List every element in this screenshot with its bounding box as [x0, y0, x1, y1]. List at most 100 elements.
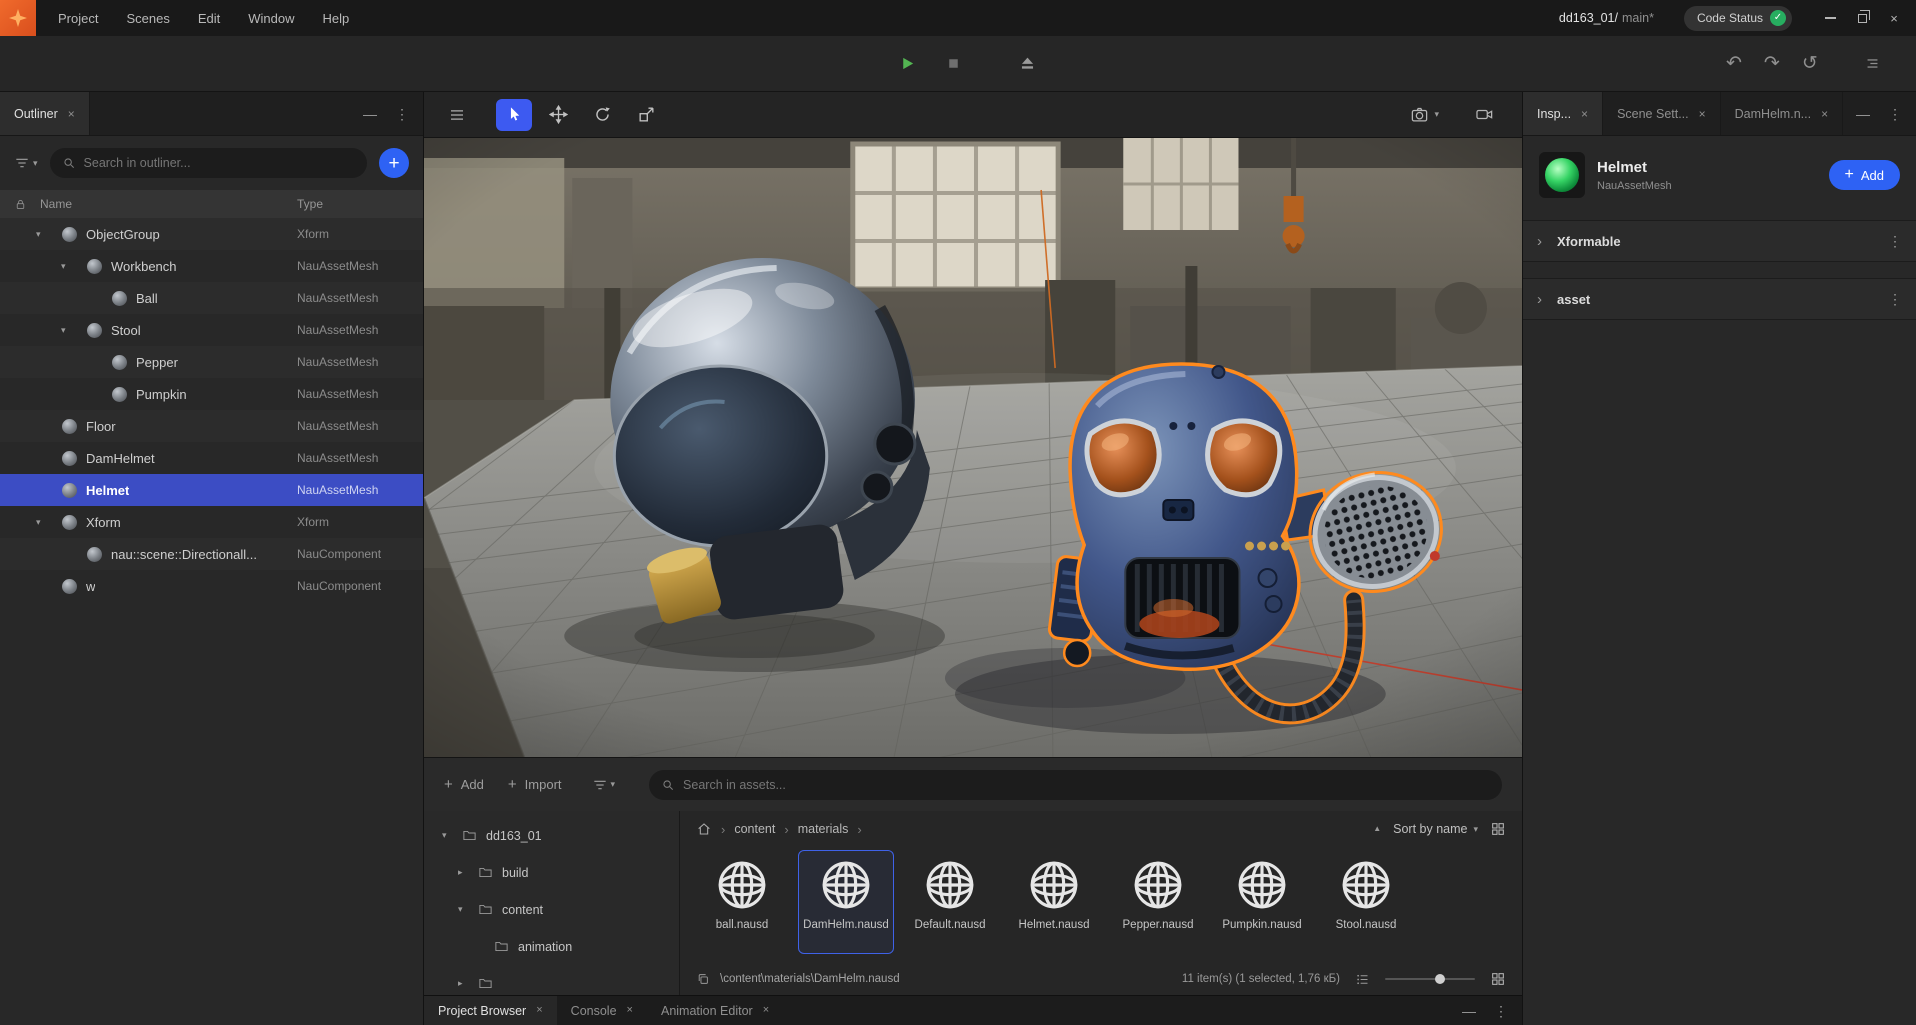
folder-tree-item[interactable]: ▸ build	[424, 854, 679, 891]
chevron-icon[interactable]: ▸	[458, 978, 478, 989]
bottom-tab[interactable]: Console ×	[557, 996, 647, 1025]
kebab-menu-icon[interactable]: ⋮	[1888, 107, 1902, 121]
inspector-tab[interactable]: Scene Sett... ×	[1603, 92, 1721, 135]
outliner-row[interactable]: nau::scene::Directionall... NauComponent	[0, 538, 423, 570]
chevron-icon[interactable]: ▾	[61, 261, 87, 272]
outliner-search-input[interactable]	[84, 156, 355, 170]
redo-button[interactable]: ↷	[1764, 54, 1780, 73]
asset-tile[interactable]: Helmet.nausd	[1006, 850, 1102, 954]
bottom-tab[interactable]: Project Browser ×	[424, 996, 557, 1025]
folder-tree-item[interactable]: animation	[424, 928, 679, 965]
close-icon[interactable]: ×	[763, 1005, 769, 1016]
viewport-3d[interactable]	[424, 138, 1522, 757]
sort-direction-icon[interactable]: ▲	[1373, 825, 1381, 833]
asset-tile[interactable]: Default.nausd	[902, 850, 998, 954]
asset-tile[interactable]: Stool.nausd	[1318, 850, 1414, 954]
close-icon[interactable]: ×	[68, 108, 75, 120]
outliner-row[interactable]: ▾ Stool NauAssetMesh	[0, 314, 423, 346]
grid-view-icon[interactable]	[1490, 971, 1506, 987]
outliner-row[interactable]: Floor NauAssetMesh	[0, 410, 423, 442]
bottom-tab[interactable]: Animation Editor ×	[647, 996, 783, 1025]
restore-button[interactable]	[1846, 0, 1878, 36]
inspector-tab[interactable]: DamHelm.n... ×	[1721, 92, 1843, 135]
add-object-button[interactable]: +	[379, 148, 409, 178]
asset-tile[interactable]: Pumpkin.nausd	[1214, 850, 1310, 954]
inspector-tab[interactable]: Insp... ×	[1523, 92, 1603, 135]
sort-by-button[interactable]: Sort by name ▾	[1393, 822, 1478, 836]
asset-search-input[interactable]	[683, 778, 1490, 792]
build-eject-button[interactable]	[1014, 51, 1040, 77]
list-view-icon[interactable]	[1355, 972, 1370, 987]
toolbar-settings-icon[interactable]	[1864, 36, 1881, 91]
outliner-row[interactable]: w NauComponent	[0, 570, 423, 602]
folder-tree-item[interactable]: ▾ content	[424, 891, 679, 928]
filter-icon[interactable]: ▾	[14, 155, 38, 171]
asset-search-field[interactable]	[649, 770, 1502, 800]
chevron-icon[interactable]: ▾	[442, 830, 462, 841]
panel-minimize-icon[interactable]: —	[363, 107, 377, 121]
close-button[interactable]: ×	[1878, 0, 1910, 36]
outliner-row[interactable]: ▾ ObjectGroup Xform	[0, 218, 423, 250]
chevron-right-icon[interactable]: ›	[1537, 292, 1557, 307]
scale-tool-button[interactable]	[628, 99, 664, 131]
asset-tile[interactable]: ball.nausd	[694, 850, 790, 954]
select-tool-button[interactable]	[496, 99, 532, 131]
panel-minimize-icon[interactable]: —	[1856, 107, 1870, 121]
camera-settings-button[interactable]: ▾	[1410, 105, 1439, 124]
kebab-menu-icon[interactable]: ⋮	[1888, 292, 1902, 306]
play-button[interactable]	[894, 51, 920, 77]
tab-outliner[interactable]: Outliner ×	[0, 92, 90, 135]
outliner-row[interactable]: Ball NauAssetMesh	[0, 282, 423, 314]
asset-add-button[interactable]: + Add	[444, 777, 484, 792]
breadcrumb-link[interactable]: materials	[798, 822, 849, 836]
kebab-menu-icon[interactable]: ⋮	[1494, 1004, 1508, 1018]
menu-item[interactable]: Help	[309, 0, 364, 36]
menu-item[interactable]: Edit	[184, 0, 234, 36]
move-tool-button[interactable]	[540, 99, 576, 131]
close-icon[interactable]: ×	[1581, 108, 1588, 120]
breadcrumb-link[interactable]: content	[734, 822, 775, 836]
camera-view-button[interactable]	[1475, 105, 1494, 124]
code-status-badge[interactable]: Code Status ✓	[1684, 6, 1792, 31]
panel-minimize-icon[interactable]: —	[1462, 1004, 1476, 1018]
menu-item[interactable]: Project	[44, 0, 112, 36]
close-icon[interactable]: ×	[627, 1005, 633, 1016]
home-icon[interactable]	[696, 821, 712, 837]
menu-item[interactable]: Window	[234, 0, 308, 36]
folder-tree-item[interactable]: ▸	[424, 965, 679, 995]
close-icon[interactable]: ×	[1699, 108, 1706, 120]
chevron-icon[interactable]: ▸	[458, 867, 478, 878]
inspector-section[interactable]: › Xformable ⋮	[1523, 220, 1916, 262]
outliner-row[interactable]: Helmet NauAssetMesh	[0, 474, 423, 506]
inspector-section[interactable]: › asset ⋮	[1523, 278, 1916, 320]
close-icon[interactable]: ×	[536, 1005, 542, 1016]
outliner-row[interactable]: Pepper NauAssetMesh	[0, 346, 423, 378]
folder-tree-item[interactable]: ▾ dd163_01	[424, 817, 679, 854]
outliner-search-field[interactable]	[50, 148, 367, 178]
history-button[interactable]: ↺	[1802, 54, 1818, 73]
asset-filter-icon[interactable]: ▾	[592, 777, 616, 793]
chevron-icon[interactable]: ▾	[458, 904, 478, 915]
thumbnail-size-slider[interactable]	[1385, 978, 1475, 980]
asset-tile[interactable]: Pepper.nausd	[1110, 850, 1206, 954]
app-logo-icon[interactable]	[0, 0, 36, 36]
menu-item[interactable]: Scenes	[112, 0, 183, 36]
chevron-icon[interactable]: ▾	[61, 325, 87, 336]
outliner-row[interactable]: DamHelmet NauAssetMesh	[0, 442, 423, 474]
copy-path-icon[interactable]	[696, 972, 710, 986]
kebab-menu-icon[interactable]: ⋮	[1888, 234, 1902, 248]
rotate-tool-button[interactable]	[584, 99, 620, 131]
chevron-icon[interactable]: ▾	[36, 517, 62, 528]
slider-thumb[interactable]	[1435, 974, 1445, 984]
kebab-menu-icon[interactable]: ⋮	[395, 107, 409, 121]
undo-button[interactable]: ↶	[1726, 54, 1742, 73]
asset-import-button[interactable]: + Import	[508, 777, 562, 792]
minimize-button[interactable]	[1814, 0, 1846, 36]
asset-tile[interactable]: DamHelm.nausd	[798, 850, 894, 954]
chevron-right-icon[interactable]: ›	[1537, 234, 1557, 249]
grid-view-icon[interactable]	[1490, 821, 1506, 837]
outliner-row[interactable]: ▾ Xform Xform	[0, 506, 423, 538]
close-icon[interactable]: ×	[1821, 108, 1828, 120]
stop-button[interactable]	[940, 51, 966, 77]
outliner-row[interactable]: Pumpkin NauAssetMesh	[0, 378, 423, 410]
